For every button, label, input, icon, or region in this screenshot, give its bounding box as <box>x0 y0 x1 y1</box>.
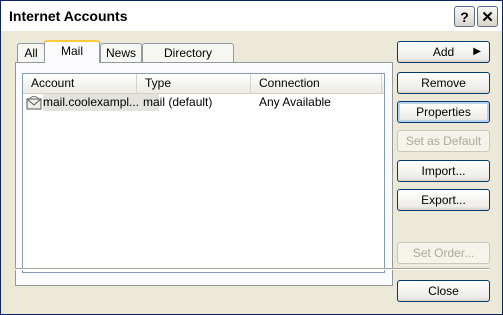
dialog-body: All Mail News Directory Service Account … <box>1 31 502 314</box>
account-type-cell: mail (default) <box>143 95 213 109</box>
help-button[interactable]: ? <box>454 6 475 27</box>
separator <box>15 268 490 270</box>
column-header-type[interactable]: Type <box>137 74 251 93</box>
tab-directory-service[interactable]: Directory Service <box>142 43 234 78</box>
mail-account-icon <box>26 96 42 110</box>
remove-button[interactable]: Remove <box>397 72 490 94</box>
mail-tab-panel: Account Type Connection mail.coolexampl.… <box>15 62 393 286</box>
export-button[interactable]: Export... <box>397 189 490 211</box>
tab-news[interactable]: News <box>100 43 142 62</box>
accounts-list[interactable]: Account Type Connection mail.coolexampl.… <box>22 73 385 273</box>
add-button-label: Add <box>432 45 455 59</box>
set-as-default-button[interactable]: Set as Default <box>397 130 490 152</box>
tab-all[interactable]: All <box>17 43 45 62</box>
title-bar[interactable]: Internet Accounts ? ✕ <box>1 1 502 31</box>
list-header: Account Type Connection <box>23 74 384 94</box>
import-button[interactable]: Import... <box>397 160 490 182</box>
tab-mail[interactable]: Mail <box>44 40 100 63</box>
internet-accounts-dialog: Internet Accounts ? ✕ All Mail News Dire… <box>0 0 503 315</box>
column-header-connection[interactable]: Connection <box>251 74 382 93</box>
close-window-button[interactable]: ✕ <box>477 6 498 27</box>
chevron-right-icon: ▶ <box>473 46 481 57</box>
properties-button[interactable]: Properties <box>397 101 490 123</box>
set-order-button[interactable]: Set Order... <box>397 242 490 264</box>
account-connection-cell: Any Available <box>259 95 331 109</box>
list-item[interactable]: mail.coolexampl... mail (default) Any Av… <box>23 94 384 111</box>
account-name-cell: mail.coolexampl... <box>43 94 159 111</box>
close-button[interactable]: Close <box>397 280 490 302</box>
column-header-account[interactable]: Account <box>23 74 137 93</box>
add-button[interactable]: Add ▶ <box>397 41 490 63</box>
window-title: Internet Accounts <box>9 8 128 24</box>
